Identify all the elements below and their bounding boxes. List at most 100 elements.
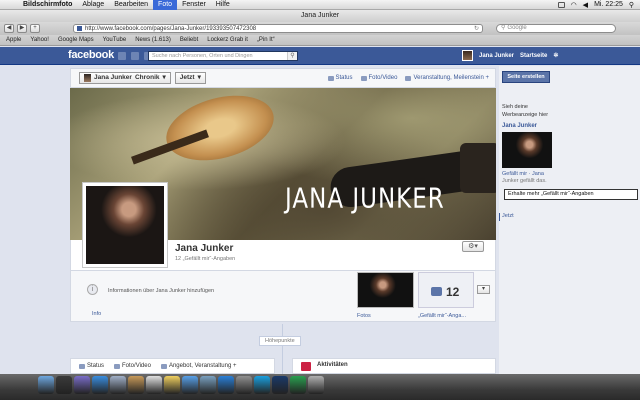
- photo-video-label: Foto/Video: [368, 75, 398, 81]
- bookmarks-bar: Apple Yahoo! Google Maps YouTube News (1…: [0, 35, 640, 46]
- profile-picture[interactable]: [82, 182, 168, 268]
- page-like-count: 12 „Gefällt mir“-Angaben: [175, 256, 236, 262]
- spotify-icon[interactable]: [290, 376, 306, 394]
- page-mini-avatar: [84, 74, 91, 82]
- mail-icon[interactable]: [110, 376, 126, 394]
- skype-icon[interactable]: [254, 376, 270, 394]
- composer-status[interactable]: Status: [79, 363, 104, 369]
- bookmark-apple[interactable]: Apple: [6, 37, 21, 43]
- page-title[interactable]: Jana Junker: [175, 243, 233, 254]
- status-action[interactable]: Status: [327, 75, 353, 81]
- bookmark-beliebt[interactable]: Beliebt: [180, 37, 198, 43]
- chronik-label: Chronik: [134, 74, 160, 81]
- fb-user-name[interactable]: Jana Junker: [479, 53, 514, 59]
- volume-icon[interactable]: ◀: [583, 1, 588, 9]
- spotlight-icon[interactable]: ⚲: [629, 1, 634, 9]
- photos-thumbnail[interactable]: [357, 272, 414, 308]
- chevron-down-icon: ▾: [197, 74, 201, 81]
- photoshop-icon[interactable]: [272, 376, 288, 394]
- menu-bearbeiten[interactable]: Bearbeiten: [109, 0, 153, 10]
- bookmark-pin-it[interactable]: „Pin It“: [257, 37, 275, 43]
- gear-icon: ⚙▾: [468, 243, 478, 250]
- composer-photo-label: Foto/Video: [122, 363, 151, 369]
- calendar-icon[interactable]: [146, 376, 162, 394]
- forward-button[interactable]: ▶: [17, 24, 27, 33]
- menu-ablage[interactable]: Ablage: [77, 0, 109, 10]
- search-field[interactable]: ⚲ Google: [496, 24, 616, 33]
- event-action[interactable]: Veranstaltung, Meilenstein +: [405, 75, 489, 81]
- calendar-icon: [405, 75, 412, 81]
- finder-icon[interactable]: [38, 376, 54, 394]
- create-page-button[interactable]: Seite erstellen: [502, 71, 550, 83]
- info-tab[interactable]: Info: [92, 311, 101, 317]
- itunes-icon[interactable]: [182, 376, 198, 394]
- menu-foto[interactable]: Foto: [153, 0, 178, 10]
- app-store-icon[interactable]: [218, 376, 234, 394]
- photo-video-action[interactable]: Foto/Video: [360, 75, 398, 81]
- event-label: Veranstaltung, Meilenstein +: [413, 75, 489, 81]
- composer-offer-label: Angebot, Veranstaltung +: [168, 363, 237, 369]
- info-icon: i: [87, 284, 98, 295]
- trash-icon[interactable]: [308, 376, 324, 394]
- tooltip: Erhalte mehr „Gefällt mir“-Angaben: [504, 189, 638, 200]
- clock-text[interactable]: Mi. 22:25: [594, 1, 623, 8]
- contacts-icon[interactable]: [128, 376, 144, 394]
- page-name-label: Jana Junker: [94, 74, 132, 81]
- bookmark-yahoo[interactable]: Yahoo!: [30, 37, 49, 43]
- notes-icon[interactable]: [164, 376, 180, 394]
- address-bar[interactable]: http://www.facebook.com/pages/Jana-Junke…: [73, 24, 483, 33]
- avatar[interactable]: [462, 50, 473, 61]
- menu-fenster[interactable]: Fenster: [177, 0, 211, 10]
- photos-tab[interactable]: Fotos: [357, 313, 371, 319]
- status-label: Status: [335, 75, 353, 81]
- likes-tab[interactable]: „Gefällt mir“-Anga...: [418, 313, 466, 319]
- chevron-down-icon: ▾: [481, 286, 485, 292]
- bookmark-news[interactable]: News (1.613): [135, 37, 171, 43]
- battery-icon[interactable]: [557, 1, 565, 8]
- facebook-logo[interactable]: facebook: [68, 49, 114, 61]
- iphoto-icon[interactable]: [200, 376, 216, 394]
- profile-photo-image: [86, 186, 164, 264]
- mission-control-icon[interactable]: [74, 376, 90, 394]
- preferences-icon[interactable]: [236, 376, 252, 394]
- friend-requests-icon[interactable]: [118, 52, 126, 60]
- gear-icon[interactable]: ✲: [553, 52, 558, 59]
- timeline-nav-bar: Jana Junker Chronik ▾ Jetzt ▾ Status Fot…: [70, 68, 496, 88]
- ad-heading-line-2: Werbeanzeige hier: [502, 112, 549, 118]
- highlights-selector[interactable]: Höhepunkte: [259, 336, 301, 346]
- menu-hilfe[interactable]: Hilfe: [211, 0, 235, 10]
- search-placeholder: Google: [507, 25, 527, 31]
- messages-icon[interactable]: [131, 52, 139, 60]
- add-info-link[interactable]: Informationen über Jana Junker hinzufüge…: [108, 288, 214, 294]
- search-icon[interactable]: ⚲: [287, 52, 297, 60]
- wifi-icon[interactable]: ◠: [571, 1, 577, 9]
- more-tabs-button[interactable]: ▾: [477, 285, 490, 294]
- fb-home-link[interactable]: Startseite: [520, 53, 547, 59]
- ad-page-name[interactable]: Jana Junker: [502, 123, 537, 129]
- add-bookmark-button[interactable]: +: [30, 24, 40, 33]
- back-button[interactable]: ◀: [4, 24, 14, 33]
- safari-icon[interactable]: [92, 376, 108, 394]
- ad-like-line-1[interactable]: Gefällt mir · Jana: [502, 171, 544, 177]
- search-icon: ⚲: [501, 25, 506, 31]
- menu-app-name[interactable]: Bildschirmfoto: [18, 0, 77, 10]
- jetzt-selector[interactable]: Jetzt ▾: [174, 72, 206, 84]
- bookmark-youtube[interactable]: YouTube: [103, 37, 127, 43]
- page-settings-button[interactable]: ⚙▾: [462, 241, 484, 252]
- dashboard-icon[interactable]: [56, 376, 72, 394]
- composer-photo[interactable]: Foto/Video: [114, 363, 151, 369]
- timeline-spine: [282, 324, 283, 374]
- ad-image[interactable]: [502, 132, 552, 168]
- composer-offer[interactable]: Angebot, Veranstaltung +: [160, 363, 237, 369]
- activity-icon: [301, 362, 311, 371]
- activity-title[interactable]: Aktivitäten: [317, 362, 348, 368]
- bookmark-google-maps[interactable]: Google Maps: [58, 37, 94, 43]
- reload-icon[interactable]: ↻: [474, 25, 479, 32]
- timeline-jetzt-link[interactable]: Jetzt: [499, 213, 514, 221]
- bookmark-lockerz[interactable]: Lockerz Grab it: [207, 37, 248, 43]
- timeline-actions: Status Foto/Video Veranstaltung, Meilens…: [327, 75, 496, 81]
- chevron-down-icon: ▾: [162, 74, 166, 81]
- fb-search-input[interactable]: Suche nach Personen, Orten und Dingen ⚲: [148, 51, 298, 61]
- fb-search-placeholder: Suche nach Personen, Orten und Dingen: [152, 53, 253, 59]
- page-name-selector[interactable]: Jana Junker Chronik ▾: [79, 72, 171, 84]
